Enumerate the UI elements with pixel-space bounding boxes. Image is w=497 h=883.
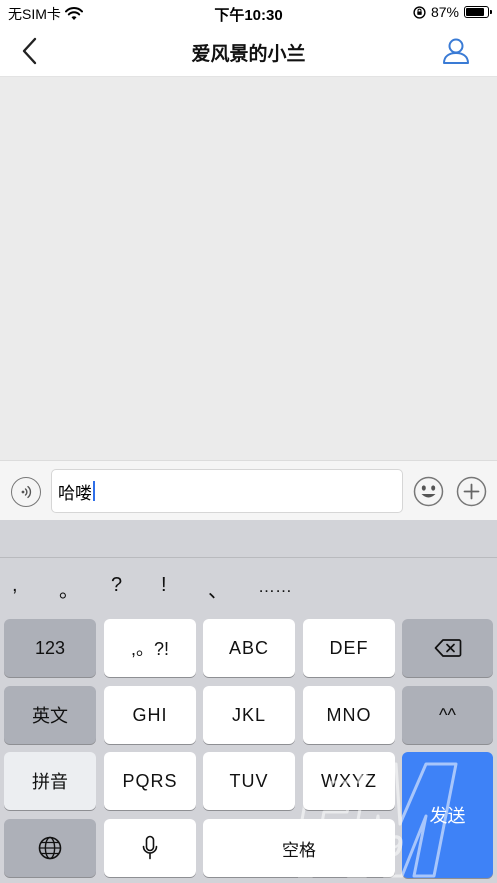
user-icon (443, 38, 469, 64)
status-right: 87% (413, 4, 492, 20)
key-emoticon[interactable]: ^^ (402, 686, 493, 744)
globe-key[interactable] (4, 819, 96, 877)
message-list[interactable] (0, 77, 497, 460)
key-mno[interactable]: MNO (303, 686, 395, 744)
punct-ellipsis[interactable]: …… (258, 577, 292, 597)
punct-enumeration-comma[interactable]: 、 (208, 574, 228, 603)
candidate-bar (0, 520, 497, 558)
key-wxyz[interactable]: WXYZ (303, 752, 395, 810)
key-punctuation[interactable]: ,。?! (104, 619, 196, 677)
key-tuv[interactable]: TUV (203, 752, 295, 810)
orientation-lock-icon (413, 5, 426, 19)
punct-question[interactable]: ? (111, 574, 122, 597)
back-button[interactable] (16, 36, 46, 66)
key-jkl[interactable]: JKL (203, 686, 295, 744)
globe-icon (38, 836, 62, 860)
punctuation-row: , 。 ? ! 、 …… (0, 574, 497, 610)
key-abc[interactable]: ABC (203, 619, 295, 677)
input-bar: 哈喽 (0, 460, 497, 520)
microphone-icon (142, 835, 158, 860)
plus-icon (456, 476, 487, 507)
chevron-left-icon (22, 37, 37, 65)
voice-button[interactable] (11, 477, 41, 507)
smiley-icon (413, 476, 444, 507)
text-cursor (93, 481, 95, 501)
profile-button[interactable] (441, 36, 471, 66)
keyboard: , 。 ? ! 、 …… 123 ,。?! ABC DEF 英文 GHI JKL… (0, 520, 497, 883)
voice-icon (21, 485, 32, 499)
battery-level (466, 8, 485, 16)
space-key[interactable]: 空格 (203, 819, 395, 877)
backspace-icon (434, 639, 461, 657)
key-ghi[interactable]: GHI (104, 686, 196, 744)
battery-icon (464, 6, 492, 18)
status-bar: 无SIM卡 下午10:30 87% (0, 0, 497, 26)
battery-percent: 87% (430, 4, 459, 20)
nav-bar: 爱风景的小兰 (0, 26, 497, 77)
backspace-key[interactable] (402, 619, 493, 677)
emoji-button[interactable] (413, 476, 444, 507)
key-english[interactable]: 英文 (4, 686, 96, 744)
message-input-text: 哈喽 (58, 483, 92, 503)
dictation-key[interactable] (104, 819, 196, 877)
key-pinyin[interactable]: 拼音 (4, 752, 96, 810)
send-key[interactable]: 发送 (402, 752, 493, 878)
punct-comma[interactable]: , (12, 574, 18, 597)
punct-exclamation[interactable]: ! (161, 574, 167, 597)
chat-title: 爱风景的小兰 (191, 44, 306, 65)
punct-period[interactable]: 。 (59, 574, 79, 603)
key-def[interactable]: DEF (303, 619, 395, 677)
key-pqrs[interactable]: PQRS (104, 752, 196, 810)
more-button[interactable] (456, 476, 487, 507)
message-input[interactable]: 哈喽 (51, 469, 403, 513)
key-123[interactable]: 123 (4, 619, 96, 677)
